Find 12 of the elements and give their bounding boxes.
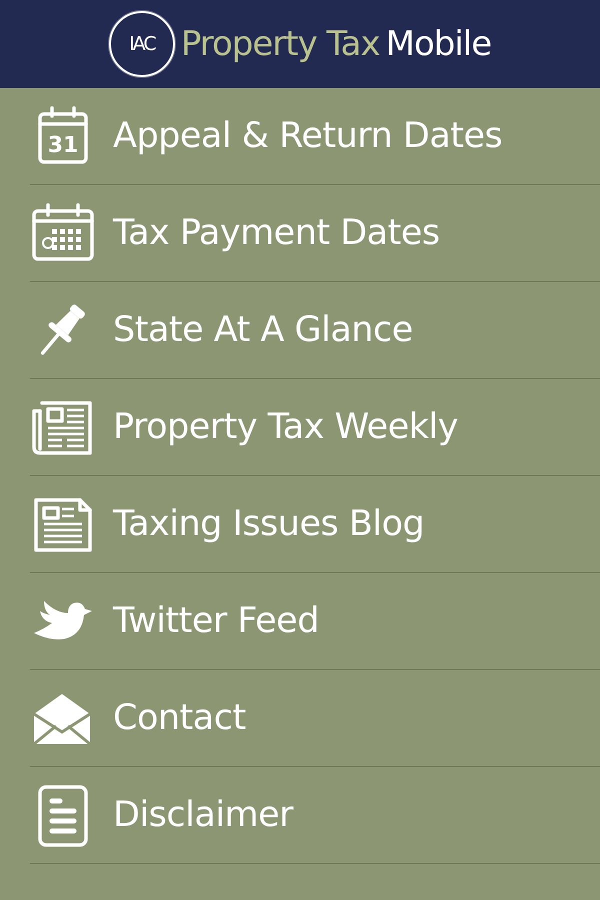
menu-item[interactable]: 31 Appeal & Return Dates	[30, 88, 600, 185]
menu-item[interactable]: Tax Payment Dates	[30, 185, 600, 282]
menu-item[interactable]: Disclaimer	[30, 767, 600, 864]
menu-item[interactable]: Contact	[30, 670, 600, 767]
menu-item[interactable]: Property Tax Weekly	[30, 379, 600, 476]
app-title: Property Tax	[180, 24, 380, 64]
logo-icon: IAC	[108, 11, 175, 77]
calendar-date: 31	[48, 133, 78, 158]
menu-item[interactable]: Twitter Feed	[30, 573, 600, 670]
menu-item[interactable]: State At A Glance	[30, 282, 600, 379]
menu-item[interactable]: Taxing Issues Blog	[30, 476, 600, 573]
app-title-accent: Mobile	[386, 24, 492, 64]
